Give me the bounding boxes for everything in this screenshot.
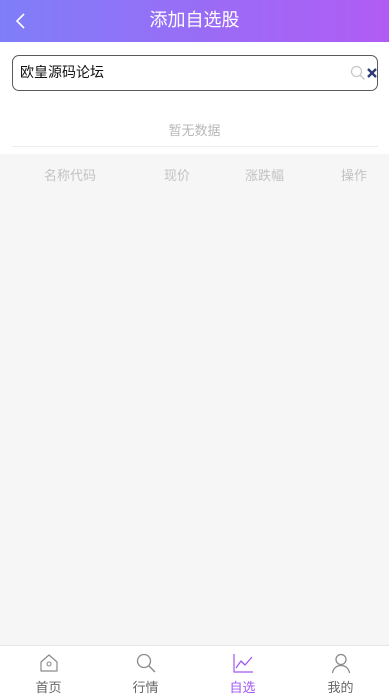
tab-mine-label: 我的 — [327, 681, 354, 696]
tab-mine[interactable]: 我的 — [292, 646, 389, 699]
search-section: 暂无数据 — [0, 42, 389, 154]
search-icon[interactable] — [350, 65, 366, 81]
header-bar: 添加自选股 — [0, 0, 389, 42]
tab-market-label: 行情 — [132, 681, 159, 696]
tab-watchlist-label: 自选 — [229, 681, 256, 696]
column-header-change: 涨跌幅 — [245, 169, 285, 184]
tab-home[interactable]: 首页 — [0, 646, 97, 699]
bottom-tab-bar: 首页 行情 自选 我的 — [0, 645, 389, 699]
table-header: 名称代码 现价 涨跌幅 操作 — [0, 154, 389, 192]
search-input[interactable] — [20, 56, 340, 90]
column-header-price: 现价 — [164, 169, 191, 184]
tab-watchlist[interactable]: 自选 — [194, 646, 291, 699]
tab-home-label: 首页 — [35, 681, 62, 696]
close-icon[interactable] — [366, 67, 378, 79]
tab-market[interactable]: 行情 — [97, 646, 194, 699]
page-title: 添加自选股 — [149, 10, 240, 31]
chart-line-icon — [232, 654, 253, 673]
home-icon — [39, 654, 58, 672]
user-icon — [331, 653, 350, 674]
column-header-action: 操作 — [341, 169, 368, 184]
empty-state-text: 暂无数据 — [168, 124, 221, 139]
divider — [12, 146, 378, 147]
column-header-name-code: 名称代码 — [44, 169, 97, 184]
search-box[interactable] — [12, 55, 378, 91]
search-icon — [136, 653, 155, 673]
